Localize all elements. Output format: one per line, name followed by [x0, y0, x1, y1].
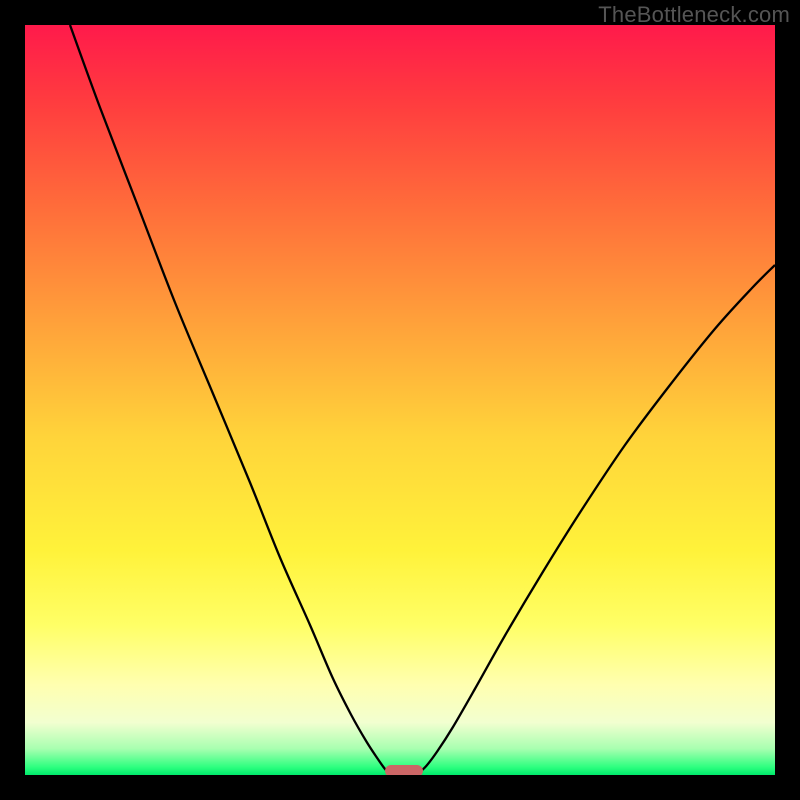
- chart-frame: TheBottleneck.com: [0, 0, 800, 800]
- plot-area: [25, 25, 775, 775]
- optimum-marker: [385, 765, 423, 775]
- curve-layer: [25, 25, 775, 775]
- curve-right-branch: [417, 265, 775, 774]
- watermark-text: TheBottleneck.com: [598, 2, 790, 28]
- curve-left-branch: [70, 25, 390, 774]
